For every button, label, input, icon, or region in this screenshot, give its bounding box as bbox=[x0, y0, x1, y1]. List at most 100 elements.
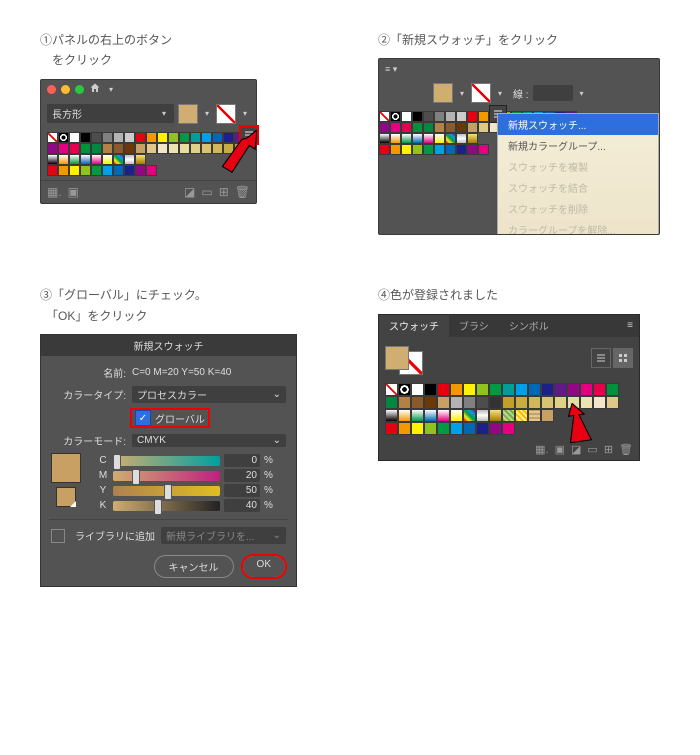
color-type-select[interactable]: プロセスカラー⌄ bbox=[132, 386, 286, 403]
swatch[interactable] bbox=[450, 409, 463, 422]
swatch[interactable] bbox=[437, 383, 450, 396]
swatch[interactable] bbox=[47, 143, 58, 154]
swatch[interactable] bbox=[478, 122, 489, 133]
stroke-none-chip[interactable] bbox=[471, 83, 491, 103]
swatch[interactable] bbox=[580, 383, 593, 396]
swatch[interactable] bbox=[606, 396, 619, 409]
swatch[interactable] bbox=[201, 143, 212, 154]
swatch[interactable] bbox=[606, 383, 619, 396]
swatch[interactable] bbox=[390, 122, 401, 133]
swatch[interactable] bbox=[423, 122, 434, 133]
swatch[interactable] bbox=[223, 132, 234, 143]
swatch[interactable] bbox=[411, 422, 424, 435]
swatch[interactable] bbox=[424, 383, 437, 396]
swatch[interactable] bbox=[450, 422, 463, 435]
swatch[interactable] bbox=[424, 422, 437, 435]
swatch[interactable] bbox=[91, 143, 102, 154]
swatch[interactable] bbox=[102, 143, 113, 154]
swatch[interactable] bbox=[412, 133, 423, 144]
swatch[interactable] bbox=[47, 132, 58, 143]
swatch[interactable] bbox=[456, 144, 467, 155]
swatch[interactable] bbox=[385, 396, 398, 409]
swatch[interactable] bbox=[69, 132, 80, 143]
swatch[interactable] bbox=[58, 143, 69, 154]
add-to-library-checkbox[interactable] bbox=[51, 529, 65, 543]
swatch[interactable] bbox=[412, 111, 423, 122]
swatch[interactable] bbox=[456, 122, 467, 133]
swatch[interactable] bbox=[437, 396, 450, 409]
library-icon[interactable]: ▦. bbox=[535, 443, 548, 456]
swatch[interactable] bbox=[401, 133, 412, 144]
maximize-icon[interactable] bbox=[75, 85, 84, 94]
chevron-down-icon[interactable]: ▾ bbox=[495, 88, 505, 98]
swatch[interactable] bbox=[412, 122, 423, 133]
library-icon[interactable]: ▦. bbox=[47, 185, 62, 199]
swatch[interactable] bbox=[124, 132, 135, 143]
swatch[interactable] bbox=[528, 409, 541, 422]
swatch[interactable] bbox=[113, 154, 124, 165]
new-group-icon[interactable]: ▭ bbox=[587, 443, 597, 456]
swatch[interactable] bbox=[528, 396, 541, 409]
swatch[interactable] bbox=[113, 165, 124, 176]
swatch[interactable] bbox=[58, 154, 69, 165]
minimize-icon[interactable] bbox=[61, 85, 70, 94]
swatch[interactable] bbox=[168, 132, 179, 143]
name-input[interactable]: C=0 M=20 Y=50 K=40 bbox=[132, 366, 286, 379]
swatch[interactable] bbox=[385, 409, 398, 422]
home-icon[interactable] bbox=[89, 82, 101, 97]
color-mode-select[interactable]: CMYK⌄ bbox=[132, 434, 286, 447]
swatch[interactable] bbox=[47, 165, 58, 176]
fill-color-chip[interactable] bbox=[433, 83, 453, 103]
swatch[interactable] bbox=[135, 143, 146, 154]
swatch[interactable] bbox=[91, 165, 102, 176]
swatch[interactable] bbox=[47, 154, 58, 165]
swatch[interactable] bbox=[478, 144, 489, 155]
swatch[interactable] bbox=[91, 154, 102, 165]
swatch[interactable] bbox=[423, 111, 434, 122]
swatch[interactable] bbox=[379, 111, 390, 122]
tab-brush[interactable]: ブラシ bbox=[449, 315, 499, 337]
swatch[interactable] bbox=[212, 143, 223, 154]
swatch[interactable] bbox=[135, 165, 146, 176]
swatch[interactable] bbox=[445, 133, 456, 144]
swatch[interactable] bbox=[124, 154, 135, 165]
swatch[interactable] bbox=[80, 143, 91, 154]
swatch[interactable] bbox=[58, 165, 69, 176]
swatch[interactable] bbox=[223, 143, 234, 154]
menu-new-color-group[interactable]: 新規カラーグループ... bbox=[498, 135, 658, 156]
swatch[interactable] bbox=[593, 383, 606, 396]
trash-icon[interactable]: 🗑 bbox=[235, 185, 250, 199]
swatch[interactable] bbox=[445, 111, 456, 122]
folder-icon[interactable]: ▣ bbox=[555, 443, 565, 456]
swatch[interactable] bbox=[502, 383, 515, 396]
show-icon[interactable]: ◪ bbox=[571, 443, 581, 456]
swatch[interactable] bbox=[379, 133, 390, 144]
new-swatch-icon[interactable]: ⊞ bbox=[604, 443, 613, 456]
swatch[interactable] bbox=[593, 396, 606, 409]
swatch[interactable] bbox=[437, 422, 450, 435]
swatch[interactable] bbox=[476, 409, 489, 422]
swatch[interactable] bbox=[385, 383, 398, 396]
swatch[interactable] bbox=[179, 132, 190, 143]
library-select[interactable]: 新規ライブラリを...⌄ bbox=[161, 527, 286, 544]
swatch[interactable] bbox=[411, 409, 424, 422]
swatch[interactable] bbox=[541, 383, 554, 396]
swatch[interactable] bbox=[463, 383, 476, 396]
swatch[interactable] bbox=[135, 132, 146, 143]
swatch[interactable] bbox=[190, 143, 201, 154]
panel-menu-button[interactable] bbox=[240, 126, 258, 144]
chevron-down-icon[interactable]: ▾ bbox=[457, 88, 467, 98]
new-swatch-icon[interactable]: ⊞ bbox=[219, 185, 229, 199]
swatch[interactable] bbox=[567, 383, 580, 396]
close-icon[interactable] bbox=[47, 85, 56, 94]
swatch[interactable] bbox=[434, 111, 445, 122]
swatch[interactable] bbox=[390, 133, 401, 144]
swatch[interactable] bbox=[467, 133, 478, 144]
swatch[interactable] bbox=[554, 383, 567, 396]
panel-menu-icon[interactable]: ≡ bbox=[621, 320, 639, 331]
swatch[interactable] bbox=[489, 383, 502, 396]
swatch[interactable] bbox=[124, 143, 135, 154]
swatch[interactable] bbox=[515, 396, 528, 409]
swatch[interactable] bbox=[476, 383, 489, 396]
swatch[interactable] bbox=[401, 111, 412, 122]
